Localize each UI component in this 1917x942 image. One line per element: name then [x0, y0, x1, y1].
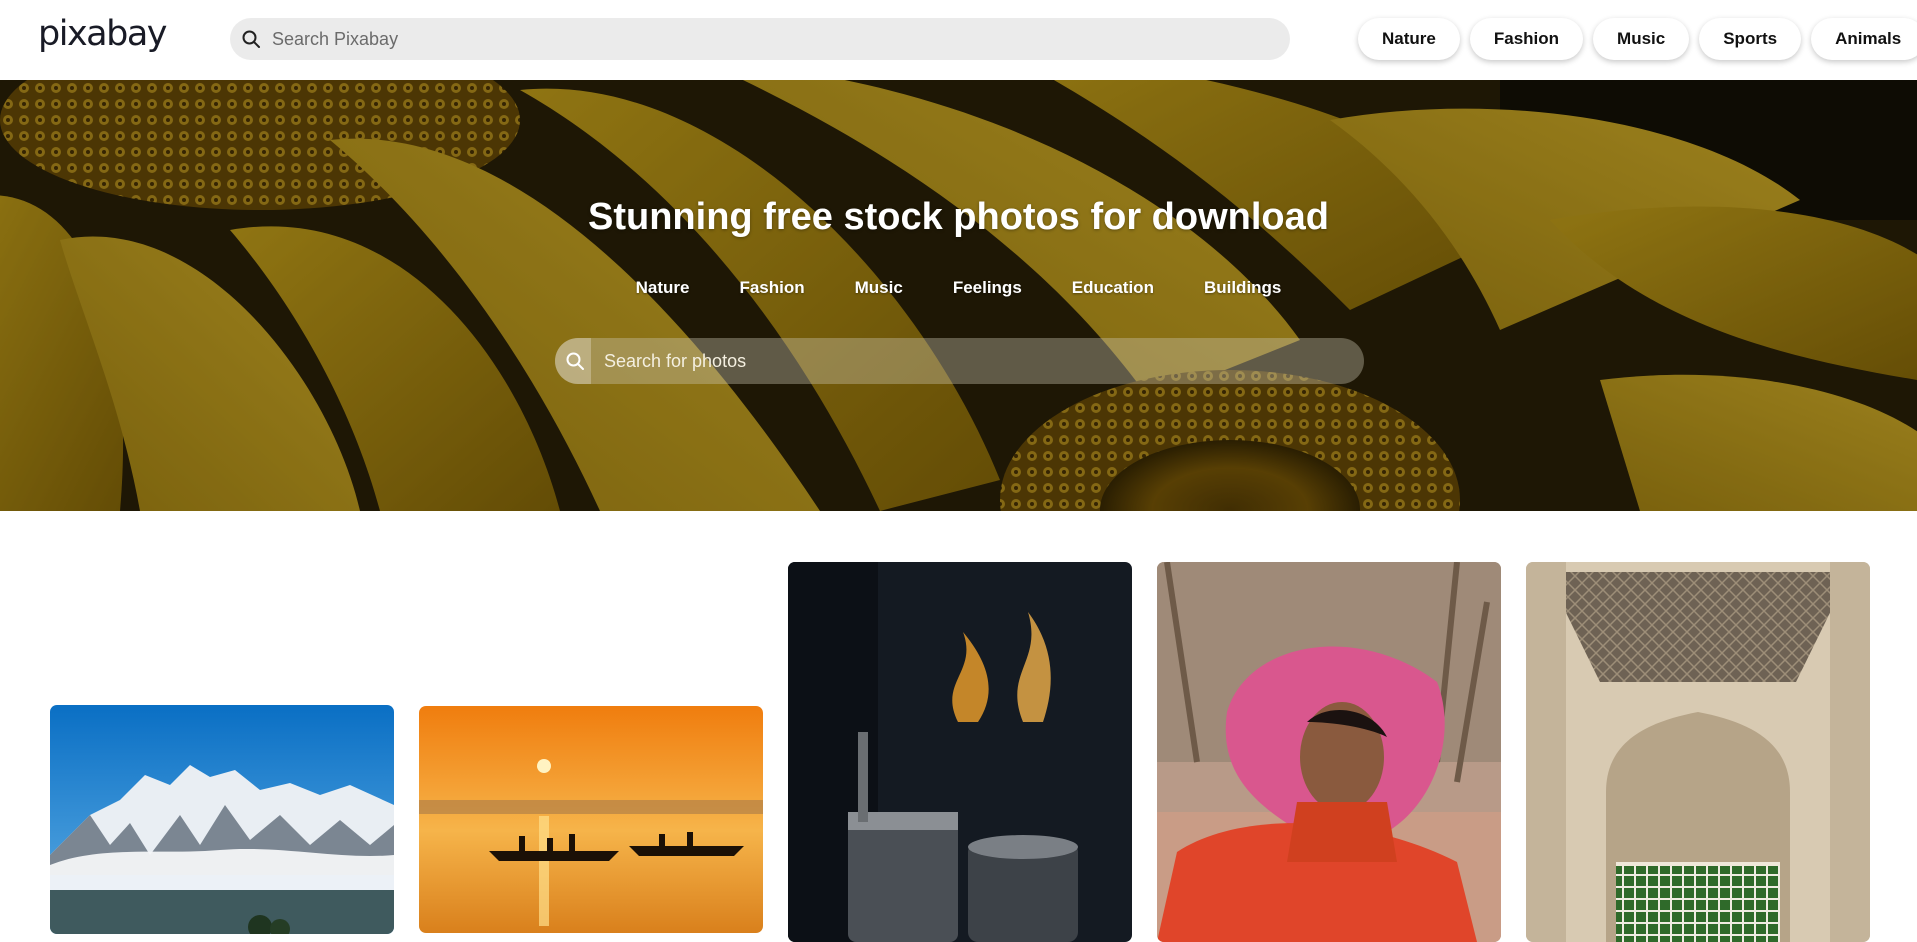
chip-fashion[interactable]: Fashion [1469, 18, 1584, 60]
photo-woman-headscarf-image [1157, 562, 1501, 942]
hero-link-music[interactable]: Music [855, 278, 903, 298]
hero-search-bar[interactable] [555, 338, 1364, 384]
hero-link-education[interactable]: Education [1072, 278, 1154, 298]
chip-sports[interactable]: Sports [1699, 18, 1802, 60]
hero-link-fashion[interactable]: Fashion [739, 278, 804, 298]
top-search-input[interactable] [270, 18, 1270, 60]
photo-steaming-pots-image [788, 562, 1132, 942]
top-navigation-bar: pixabay Nature Fashion Music Sports Anim… [0, 0, 1917, 80]
photo-palace-corridor-image [1526, 562, 1870, 942]
hero-search-input[interactable] [602, 338, 1342, 384]
hero-link-nature[interactable]: Nature [636, 278, 690, 298]
top-search-bar[interactable] [230, 18, 1290, 60]
photo-palace-corridor[interactable] [1526, 562, 1870, 942]
chip-nature[interactable]: Nature [1358, 18, 1460, 60]
photo-steaming-pots[interactable] [788, 562, 1132, 942]
photo-mountains[interactable] [50, 705, 394, 934]
hero-link-feelings[interactable]: Feelings [953, 278, 1022, 298]
chip-animals[interactable]: Animals [1811, 18, 1917, 60]
search-icon[interactable] [240, 28, 262, 50]
photo-river-sunset[interactable] [419, 706, 763, 933]
hero-title: Stunning free stock photos for download [588, 196, 1329, 238]
search-icon[interactable] [564, 350, 586, 372]
category-chip-row: Nature Fashion Music Sports Animals [1358, 18, 1917, 60]
hero-link-buildings[interactable]: Buildings [1204, 278, 1281, 298]
hero-category-links: Nature Fashion Music Feelings Education … [0, 278, 1917, 298]
hero-banner: Stunning free stock photos for download … [0, 80, 1917, 511]
chip-music[interactable]: Music [1593, 18, 1690, 60]
photo-woman-headscarf[interactable] [1157, 562, 1501, 942]
pixabay-logo[interactable]: pixabay [38, 12, 167, 56]
photo-river-sunset-image [419, 706, 763, 933]
hero-search-icon-box[interactable] [555, 338, 591, 384]
photo-mountains-image [50, 705, 394, 934]
